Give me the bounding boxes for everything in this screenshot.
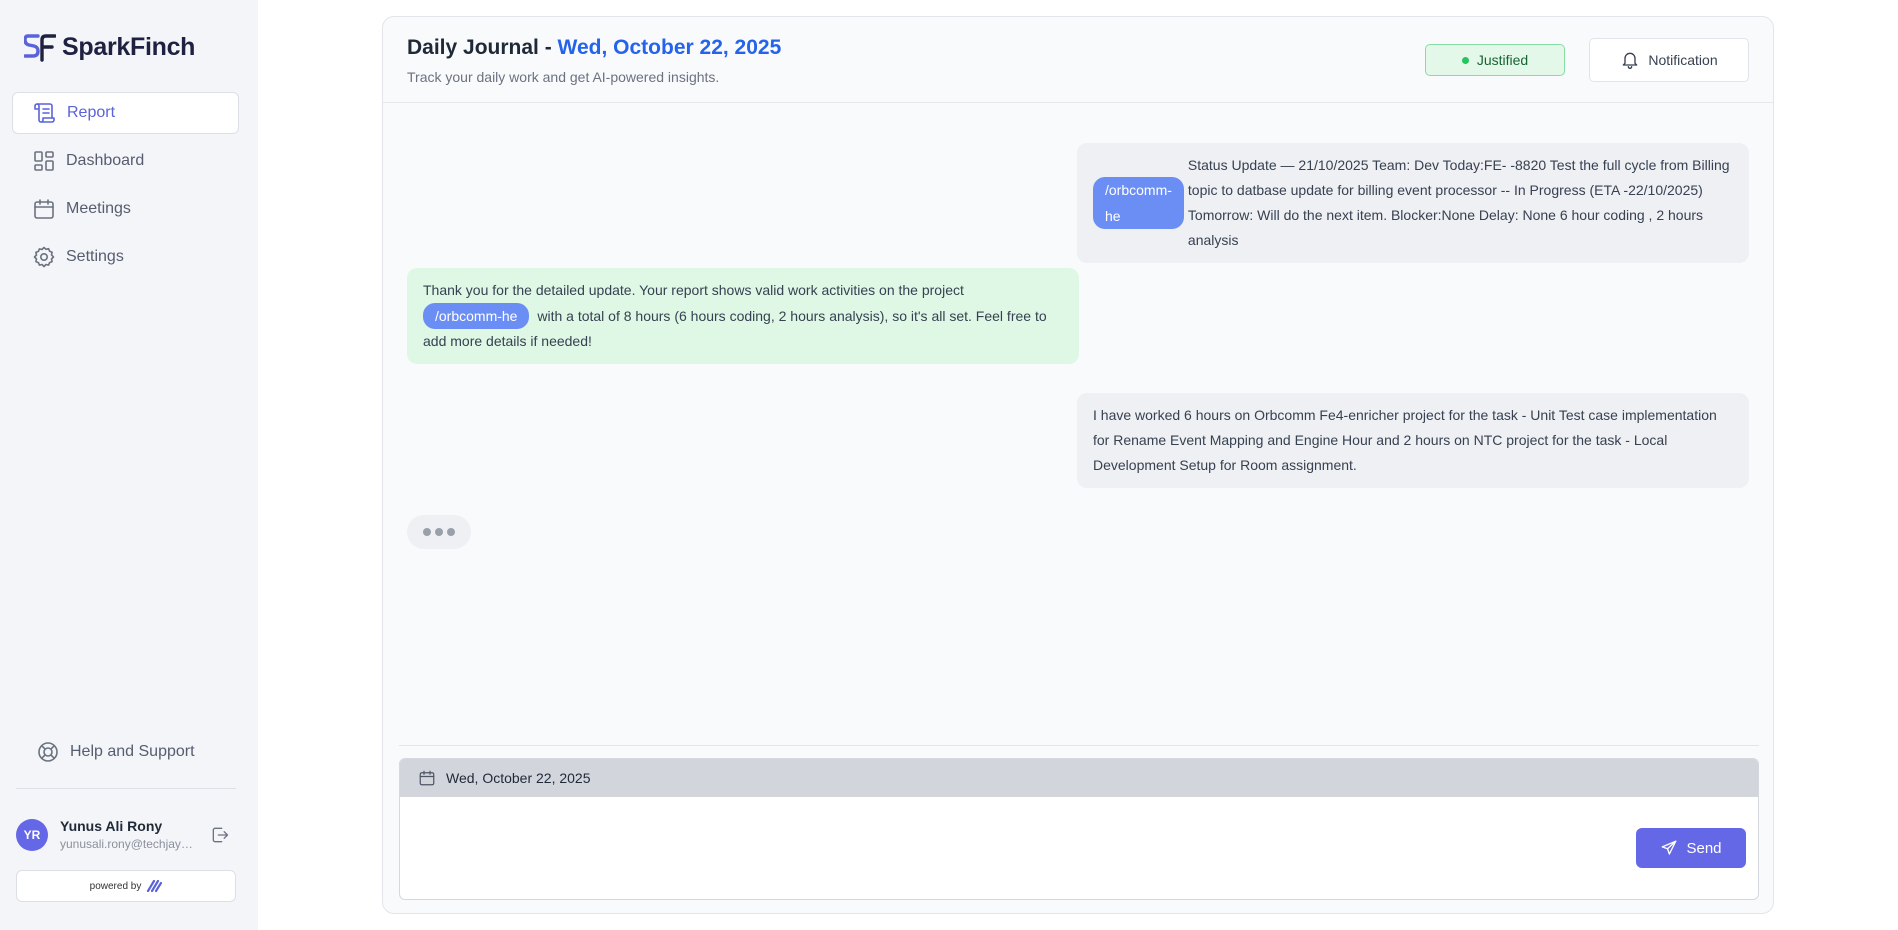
send-icon <box>1662 840 1677 855</box>
message-text: Thank you for the detailed update. Your … <box>423 282 964 298</box>
sidebar-item-label: Settings <box>66 248 124 265</box>
sidebar-item-report[interactable]: Report <box>12 92 239 134</box>
message-composer: Wed, October 22, 2025 Send <box>399 758 1759 900</box>
status-badge-label: Justified <box>1476 52 1529 68</box>
sidebar-item-label: Report <box>67 104 116 121</box>
app-logo[interactable]: SparkFinch <box>24 32 195 62</box>
title-date: Wed, October 22, 2025 <box>557 36 782 59</box>
sidebar-nav: Report Dashboard Meetings Settings <box>12 92 239 284</box>
typing-indicator <box>407 515 471 549</box>
page-title: Daily Journal - Wed, October 22, 2025 <box>407 36 781 60</box>
powered-by-badge[interactable]: powered by <box>16 870 236 902</box>
user-message: I have worked 6 hours on Orbcomm Fe4-enr… <box>1077 393 1749 488</box>
message-text: Status Update — 21/10/2025 Team: Dev Tod… <box>1187 157 1730 248</box>
logout-icon[interactable] <box>210 825 230 845</box>
help-and-support-link[interactable]: Help and Support <box>36 740 195 764</box>
project-tag[interactable]: /orbcomm-he <box>1093 177 1184 229</box>
dashboard-icon <box>34 151 54 171</box>
project-tag[interactable]: /orbcomm-he <box>423 303 530 329</box>
bell-icon <box>1623 52 1638 69</box>
app-name: SparkFinch <box>62 32 196 61</box>
composer-date-bar[interactable]: Wed, October 22, 2025 <box>400 759 1758 797</box>
avatar[interactable]: YR <box>16 818 48 851</box>
status-dot-icon <box>1461 56 1469 64</box>
message-input[interactable] <box>416 807 1596 887</box>
sidebar-item-dashboard[interactable]: Dashboard <box>12 140 239 182</box>
notification-button[interactable]: Notification <box>1589 38 1749 82</box>
user-message: /orbcomm-he Status Update — 21/10/2025 T… <box>1077 143 1749 263</box>
title-prefix: Daily Journal - <box>407 36 558 59</box>
composer-date: Wed, October 22, 2025 <box>446 770 591 786</box>
calendar-icon <box>34 199 54 219</box>
sidebar-item-label: Dashboard <box>66 152 145 169</box>
notification-label: Notification <box>1648 52 1718 68</box>
status-badge: Justified <box>1425 44 1565 76</box>
composer-divider <box>399 745 1759 746</box>
user-name: Yunus Ali Rony <box>60 818 163 834</box>
user-info: Yunus Ali Rony yunusali.rony@techjays...… <box>60 818 196 851</box>
user-profile: YR Yunus Ali Rony yunusali.rony@techjays… <box>16 818 236 851</box>
gear-icon <box>33 246 55 268</box>
journal-panel: Daily Journal - Wed, October 22, 2025 Tr… <box>382 16 1774 914</box>
user-email: yunusali.rony@techjays.... <box>60 837 196 851</box>
scroll-icon <box>34 103 55 123</box>
sparkfinch-logo-icon <box>24 34 56 62</box>
typing-dot <box>447 528 455 536</box>
typing-dot <box>435 528 443 536</box>
journal-header: Daily Journal - Wed, October 22, 2025 Tr… <box>383 17 1773 103</box>
typing-dot <box>423 528 431 536</box>
send-label: Send <box>1686 839 1722 857</box>
page-subtitle: Track your daily work and get AI-powered… <box>407 69 720 85</box>
sidebar-item-label: Meetings <box>66 200 131 217</box>
assistant-message: Thank you for the detailed update. Your … <box>407 268 1079 364</box>
message-text: I have worked 6 hours on Orbcomm Fe4-enr… <box>1093 407 1717 473</box>
sidebar-item-meetings[interactable]: Meetings <box>12 188 239 230</box>
powered-by-label: powered by <box>89 880 142 892</box>
help-label: Help and Support <box>70 743 195 760</box>
lifebuoy-icon <box>38 742 58 762</box>
sidebar: SparkFinch Report Dashboard Meetings Set… <box>0 0 258 930</box>
techjays-logo-icon <box>147 880 163 892</box>
sidebar-divider <box>16 788 236 789</box>
calendar-icon <box>419 770 435 786</box>
send-button[interactable]: Send <box>1636 828 1746 868</box>
sidebar-item-settings[interactable]: Settings <box>12 236 239 278</box>
